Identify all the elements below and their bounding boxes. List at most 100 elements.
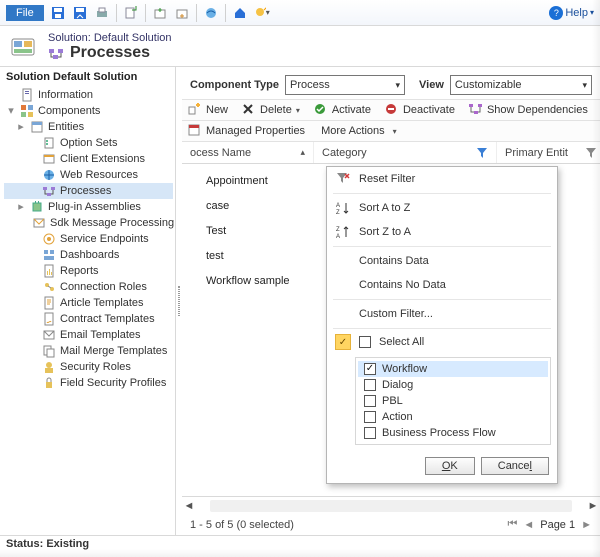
filter-option[interactable]: PBL — [358, 393, 548, 409]
view-select[interactable]: Customizable ▾ — [450, 75, 592, 95]
tree-information[interactable]: Information — [4, 87, 173, 103]
help-label: Help — [565, 7, 588, 19]
filter-option[interactable]: Action — [358, 409, 548, 425]
checkbox[interactable] — [364, 379, 376, 391]
checkbox[interactable] — [364, 411, 376, 423]
pager-next[interactable]: ► — [581, 519, 592, 531]
filter-option[interactable]: Workflow — [358, 361, 548, 377]
tree-dashboards[interactable]: Dashboards — [4, 247, 173, 263]
ok-button[interactable]: OK — [425, 457, 475, 475]
deactivate-button[interactable]: Deactivate — [385, 103, 455, 117]
help-icon: ? — [549, 6, 563, 20]
file-menu[interactable]: File — [6, 5, 44, 21]
scroll-left-icon[interactable]: ◄ — [182, 500, 196, 512]
print-icon[interactable] — [94, 5, 110, 21]
checkbox[interactable] — [364, 395, 376, 407]
sort-az-icon: AZ — [335, 200, 351, 216]
pager-first[interactable]: ⏮ — [507, 518, 517, 531]
svg-text:Z: Z — [336, 227, 340, 233]
tree-email-templates[interactable]: Email Templates — [4, 327, 173, 343]
pager-page-label: Page 1 — [540, 519, 575, 531]
tree-security-roles[interactable]: Security Roles — [4, 359, 173, 375]
filter-sort-za[interactable]: ZA Sort Z to A — [327, 220, 557, 244]
filter-option[interactable]: Dialog — [358, 377, 548, 393]
cancel-button[interactable]: Cancel — [481, 457, 549, 475]
tree-contract-templates[interactable]: Contract Templates — [4, 311, 173, 327]
delete-button[interactable]: Delete▾ — [242, 103, 300, 117]
filter-option-label: Business Process Flow — [382, 427, 496, 439]
show-dependencies-button[interactable]: Show Dependencies — [469, 103, 588, 117]
filter-reset[interactable]: Reset Filter — [327, 167, 557, 191]
tree-label: Article Templates — [60, 297, 144, 309]
actions-icon[interactable]: ▾ — [254, 5, 270, 21]
tree-article-templates[interactable]: Article Templates — [4, 295, 173, 311]
tree-web-resources[interactable]: Web Resources — [4, 167, 173, 183]
filter-custom[interactable]: Custom Filter... — [327, 302, 557, 326]
tree-label: Connection Roles — [60, 281, 147, 293]
more-actions-button[interactable]: More Actions▾ — [321, 125, 397, 137]
tree-processes[interactable]: Processes — [4, 183, 173, 199]
tree-label: Entities — [48, 121, 84, 133]
checkbox[interactable] — [364, 427, 376, 439]
new-button[interactable]: New — [188, 103, 228, 117]
sort-asc-icon: ▴ — [300, 147, 305, 158]
home-icon[interactable] — [232, 5, 248, 21]
tree-sdk-msg[interactable]: Sdk Message Processing S... — [4, 215, 173, 231]
pager-prev[interactable]: ◄ — [523, 519, 534, 531]
tree-label: Dashboards — [60, 249, 119, 261]
page-title: Processes — [70, 44, 150, 62]
tree-plugin-assemblies[interactable]: ▸Plug-in Assemblies — [4, 199, 173, 215]
tree-label: Components — [38, 105, 100, 117]
translate-import-icon[interactable] — [174, 5, 190, 21]
tree-label: Processes — [60, 185, 111, 197]
tree-service-endpoints[interactable]: Service Endpoints — [4, 231, 173, 247]
pager-summary: 1 - 5 of 5 (0 selected) — [190, 519, 294, 531]
filter-option-label: Action — [382, 411, 413, 423]
help-link[interactable]: ? Help ▾ — [549, 6, 594, 20]
svg-text:A: A — [336, 203, 340, 209]
tree-connection-roles[interactable]: Connection Roles — [4, 279, 173, 295]
tree-label: Plug-in Assemblies — [48, 201, 141, 213]
solution-label: Solution: Default Solution — [48, 32, 172, 44]
tree-label: Email Templates — [60, 329, 141, 341]
tree-option-sets[interactable]: Option Sets — [4, 135, 173, 151]
column-header-category[interactable]: Category — [314, 142, 496, 163]
tree-reports[interactable]: Reports — [4, 263, 173, 279]
chevron-down-icon: ▾ — [580, 80, 589, 91]
save-close-icon[interactable] — [72, 5, 88, 21]
save-icon[interactable] — [50, 5, 66, 21]
managed-properties-button[interactable]: Managed Properties — [188, 124, 305, 138]
translate-export-icon[interactable] — [152, 5, 168, 21]
category-filter-popup: Reset Filter AZ Sort A to Z ZA Sort Z to… — [326, 166, 558, 484]
tree-entities[interactable]: ▸Entities — [4, 119, 173, 135]
tree-label: Security Roles — [60, 361, 131, 373]
tree-label: Information — [38, 89, 93, 101]
filter-contains-data[interactable]: Contains Data — [327, 249, 557, 273]
tree-field-security[interactable]: Field Security Profiles — [4, 375, 173, 391]
publish-icon[interactable] — [203, 5, 219, 21]
component-type-select[interactable]: Process ▾ — [285, 75, 405, 95]
filter-active-icon — [476, 147, 488, 159]
filter-sort-az[interactable]: AZ Sort A to Z — [327, 196, 557, 220]
tree-label: Web Resources — [60, 169, 138, 181]
activate-button[interactable]: Activate — [314, 103, 371, 117]
tree-label: Field Security Profiles — [60, 377, 166, 389]
tree-label: Mail Merge Templates — [60, 345, 167, 357]
tree-label: Service Endpoints — [60, 233, 149, 245]
sort-za-icon: ZA — [335, 224, 351, 240]
horizontal-scrollbar[interactable]: ◄ ► — [182, 496, 600, 514]
reset-filter-icon — [335, 171, 351, 187]
filter-option[interactable]: Business Process Flow — [358, 425, 548, 441]
checkbox[interactable] — [364, 363, 376, 375]
column-header-primary-entity[interactable]: Primary Entit — [496, 142, 600, 163]
select-all-indicator-icon — [335, 334, 351, 350]
tree-client-extensions[interactable]: Client Extensions — [4, 151, 173, 167]
export-icon[interactable] — [123, 5, 139, 21]
tree-components[interactable]: ▾Components — [4, 103, 173, 119]
column-header-name[interactable]: ocess Name▴ — [182, 142, 314, 163]
filter-contains-no-data[interactable]: Contains No Data — [327, 273, 557, 297]
select-value: Process — [290, 79, 330, 91]
tree-mail-merge[interactable]: Mail Merge Templates — [4, 343, 173, 359]
nav-title: Solution Default Solution — [0, 67, 175, 87]
select-all-checkbox[interactable] — [359, 336, 371, 348]
